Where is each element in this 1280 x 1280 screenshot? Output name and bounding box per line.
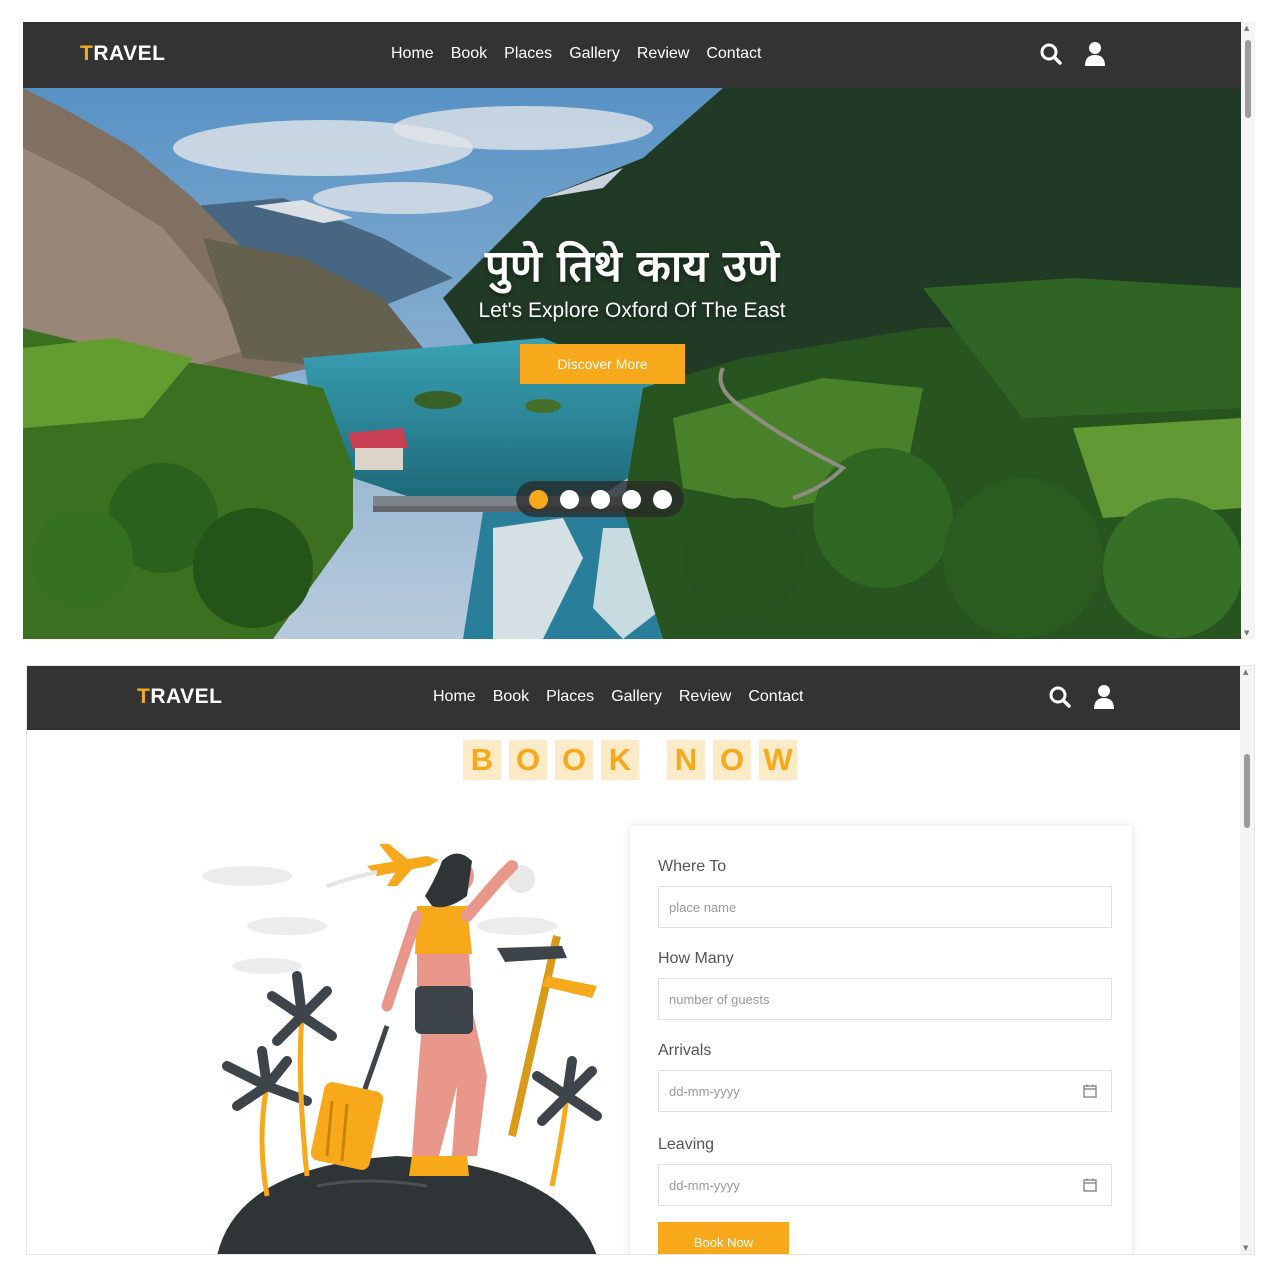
nav-places-link[interactable]: Places [504, 45, 552, 63]
guests-count-input[interactable]: number of guests [658, 978, 1112, 1020]
slider-pagination [516, 481, 684, 517]
nav-home-link[interactable]: Home [433, 688, 476, 706]
navbar: TRAVEL Home Book Places Gallery Review C… [27, 666, 1240, 730]
user-icon[interactable] [1082, 41, 1108, 67]
search-icon[interactable] [1038, 41, 1064, 67]
search-icon[interactable] [1047, 684, 1073, 710]
slider-dot-1[interactable] [528, 489, 548, 509]
suitcase-icon [310, 1025, 390, 1170]
leaving-date-value: dd-mm-yyyy [669, 1177, 740, 1193]
heading-letter: O [555, 740, 593, 780]
slider-dot-5[interactable] [652, 489, 672, 509]
heading-letter: O [509, 740, 547, 780]
nav-contact-link[interactable]: Contact [748, 688, 803, 706]
airplane-icon [326, 844, 439, 888]
arrivals-label: Arrivals [658, 1042, 712, 1059]
nav-menu: Home Book Places Gallery Review Contact [433, 688, 803, 706]
page-scrollbar[interactable]: ▲ ▼ [1241, 22, 1255, 639]
nav-icons [1038, 41, 1108, 67]
leaving-label: Leaving [658, 1136, 715, 1153]
scroll-down-arrow-icon[interactable]: ▼ [1243, 1244, 1248, 1252]
nav-home-link[interactable]: Home [391, 45, 434, 63]
hero-screenshot: TRAVEL Home Book Places Gallery Review C… [23, 22, 1255, 639]
scroll-down-arrow-icon[interactable]: ▼ [1244, 629, 1249, 637]
nav-review-link[interactable]: Review [679, 688, 731, 706]
slider-dot-3[interactable] [590, 489, 610, 509]
nav-gallery-link[interactable]: Gallery [569, 45, 620, 63]
where-to-label: Where To [658, 858, 727, 875]
nav-review-link[interactable]: Review [637, 45, 689, 63]
nav-icons [1047, 684, 1117, 710]
user-icon[interactable] [1091, 684, 1117, 710]
heading-letter: B [463, 740, 501, 780]
page-scrollbar[interactable]: ▲ ▼ [1240, 666, 1254, 1254]
nav-book-link[interactable]: Book [493, 688, 529, 706]
heading-letter: O [713, 740, 751, 780]
nav-menu: Home Book Places Gallery Review Contact [391, 45, 761, 63]
slider-dot-4[interactable] [621, 489, 641, 509]
where-to-input[interactable]: place name [658, 886, 1112, 928]
logo[interactable]: TRAVEL [80, 42, 165, 66]
traveler-illustration [202, 844, 602, 1254]
heading-letter: W [759, 740, 797, 780]
scroll-up-arrow-icon[interactable]: ▲ [1244, 24, 1249, 32]
navbar: TRAVEL Home Book Places Gallery Review C… [23, 22, 1241, 88]
scroll-thumb[interactable] [1245, 40, 1251, 118]
leaving-date-input[interactable]: dd-mm-yyyy [658, 1164, 1112, 1206]
heading-letter: K [601, 740, 639, 780]
discover-more-button[interactable]: Discover More [520, 344, 685, 384]
calendar-icon[interactable] [1083, 1084, 1097, 1098]
calendar-icon[interactable] [1083, 1178, 1097, 1192]
scroll-thumb[interactable] [1244, 754, 1250, 828]
book-now-submit-button[interactable]: Book Now [658, 1222, 789, 1254]
nav-gallery-link[interactable]: Gallery [611, 688, 662, 706]
book-now-heading: B O O K N O W [463, 740, 797, 780]
arrival-date-value: dd-mm-yyyy [669, 1083, 740, 1099]
hero-subtitle: Let's Explore Oxford Of The East [478, 299, 786, 322]
arrival-date-input[interactable]: dd-mm-yyyy [658, 1070, 1112, 1112]
hero-title: पुणे तिथे काय उणे [485, 241, 779, 292]
how-many-label: How Many [658, 950, 734, 967]
heading-letter: N [667, 740, 705, 780]
booking-form: Where To place name How Many number of g… [630, 826, 1132, 1254]
slider-dot-2[interactable] [559, 489, 579, 509]
nav-contact-link[interactable]: Contact [706, 45, 761, 63]
nav-places-link[interactable]: Places [546, 688, 594, 706]
booking-screenshot: TRAVEL Home Book Places Gallery Review C… [26, 665, 1255, 1255]
hero-banner: पुणे तिथे काय उणे Let's Explore Oxford O… [23, 88, 1241, 639]
traveler-woman-illustration [381, 853, 518, 1176]
scroll-up-arrow-icon[interactable]: ▲ [1243, 668, 1248, 676]
logo[interactable]: TRAVEL [137, 685, 222, 709]
nav-book-link[interactable]: Book [451, 45, 487, 63]
